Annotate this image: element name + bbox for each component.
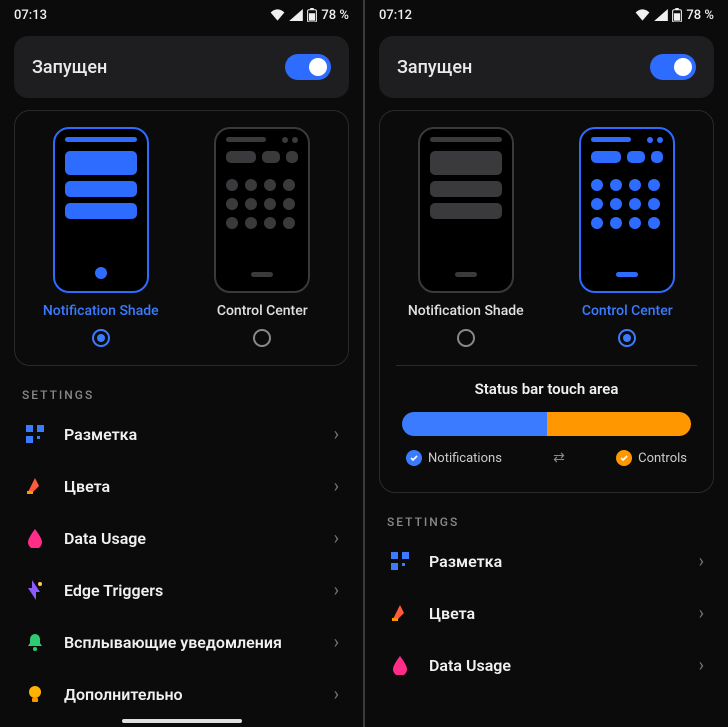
battery-text: 78 %	[686, 8, 714, 23]
mode-control-center[interactable]: Control Center	[552, 127, 704, 347]
chevron-right-icon: ›	[334, 580, 339, 601]
mode-label: Control Center	[217, 303, 308, 319]
setting-layout[interactable]: Разметка ›	[379, 535, 714, 587]
chevron-right-icon: ›	[334, 528, 339, 549]
enabled-toggle[interactable]	[285, 54, 331, 80]
nav-handle[interactable]	[122, 719, 242, 723]
status-icons: 78 %	[635, 8, 714, 23]
signal-icon	[654, 9, 668, 21]
mode-label: Control Center	[582, 303, 673, 319]
touch-area-title: Status bar touch area	[402, 380, 691, 398]
mode-notification-shade[interactable]: Notification Shade	[25, 127, 177, 347]
status-time: 07:13	[14, 8, 47, 23]
wifi-icon	[270, 9, 285, 21]
phone-preview-notification	[418, 127, 514, 293]
radio-control[interactable]	[618, 329, 636, 347]
phone-preview-control	[579, 127, 675, 293]
grid-icon	[389, 550, 411, 572]
section-label: SETTINGS	[387, 515, 706, 529]
status-icons: 78 %	[270, 8, 349, 23]
setting-edge-triggers[interactable]: Edge Triggers ›	[14, 564, 349, 616]
check-icon	[616, 450, 632, 466]
setting-data-usage[interactable]: Data Usage ›	[14, 512, 349, 564]
palette-icon	[389, 602, 411, 624]
touch-label-notifications[interactable]: Notifications	[406, 450, 502, 466]
setting-label: Data Usage	[429, 656, 681, 675]
drop-icon	[389, 654, 411, 676]
radio-notification[interactable]	[92, 329, 110, 347]
chevron-right-icon: ›	[334, 476, 339, 497]
phone-preview-control	[214, 127, 310, 293]
setting-label: Edge Triggers	[64, 581, 316, 600]
touch-label-controls[interactable]: Controls	[616, 450, 687, 466]
chevron-right-icon: ›	[334, 632, 339, 653]
palette-icon	[24, 475, 46, 497]
radio-notification[interactable]	[457, 329, 475, 347]
setting-layout[interactable]: Разметка ›	[14, 408, 349, 460]
setting-colors[interactable]: Цвета ›	[379, 587, 714, 639]
setting-more[interactable]: Дополнительно ›	[14, 668, 349, 720]
mode-control-center[interactable]: Control Center	[187, 127, 339, 347]
setting-popup-notifs[interactable]: Всплывающие уведомления ›	[14, 616, 349, 668]
battery-icon	[672, 8, 682, 22]
battery-icon	[307, 8, 317, 22]
setting-label: Data Usage	[64, 529, 316, 548]
enabled-toggle[interactable]	[650, 54, 696, 80]
wifi-icon	[635, 9, 650, 21]
bulb-icon	[24, 683, 46, 705]
status-card: Запущен	[379, 36, 714, 98]
status-bar: 07:12 78 %	[365, 0, 728, 26]
mode-label: Notification Shade	[43, 303, 159, 319]
chevron-right-icon: ›	[699, 551, 704, 572]
setting-colors[interactable]: Цвета ›	[14, 460, 349, 512]
radio-control[interactable]	[253, 329, 271, 347]
mode-chooser: Notification Shade Control Center	[14, 110, 349, 366]
battery-text: 78 %	[321, 8, 349, 23]
settings-list-left: Разметка › Цвета › Data Usage › Edge Triggers ›…	[0, 408, 363, 720]
chevron-right-icon: ›	[334, 424, 339, 445]
spark-icon	[24, 579, 46, 601]
setting-label: Разметка	[64, 425, 316, 444]
bell-icon	[24, 631, 46, 653]
phone-preview-notification	[53, 127, 149, 293]
signal-icon	[289, 9, 303, 21]
setting-label: Всплывающие уведомления	[64, 633, 316, 652]
setting-label: Цвета	[429, 604, 681, 623]
setting-data-usage[interactable]: Data Usage ›	[379, 639, 714, 691]
drop-icon	[24, 527, 46, 549]
status-card: Запущен	[14, 36, 349, 98]
left-screenshot: 07:13 78 % Запущен Notification Shade	[0, 0, 363, 727]
mode-notification-shade[interactable]: Notification Shade	[390, 127, 542, 347]
mode-chooser: Notification Shade Control Center	[379, 110, 714, 493]
section-label: SETTINGS	[22, 388, 341, 402]
status-time: 07:12	[379, 8, 412, 23]
mode-label: Notification Shade	[408, 303, 524, 319]
status-title: Запущен	[397, 57, 472, 78]
right-screenshot: 07:12 78 % Запущен Notification Shade	[365, 0, 728, 727]
status-bar: 07:13 78 %	[0, 0, 363, 26]
swap-icon[interactable]: ⇄	[553, 450, 565, 466]
grid-icon	[24, 423, 46, 445]
status-bar-touch-area: Status bar touch area Notifications ⇄ Co…	[390, 366, 703, 478]
setting-label: Дополнительно	[64, 685, 316, 704]
settings-list-right: Разметка › Цвета › Data Usage ›	[365, 535, 728, 691]
chevron-right-icon: ›	[699, 603, 704, 624]
setting-label: Разметка	[429, 552, 681, 571]
chevron-right-icon: ›	[699, 655, 704, 676]
touch-bar-slider[interactable]	[402, 412, 691, 436]
chevron-right-icon: ›	[334, 684, 339, 705]
setting-label: Цвета	[64, 477, 316, 496]
status-title: Запущен	[32, 57, 107, 78]
check-icon	[406, 450, 422, 466]
